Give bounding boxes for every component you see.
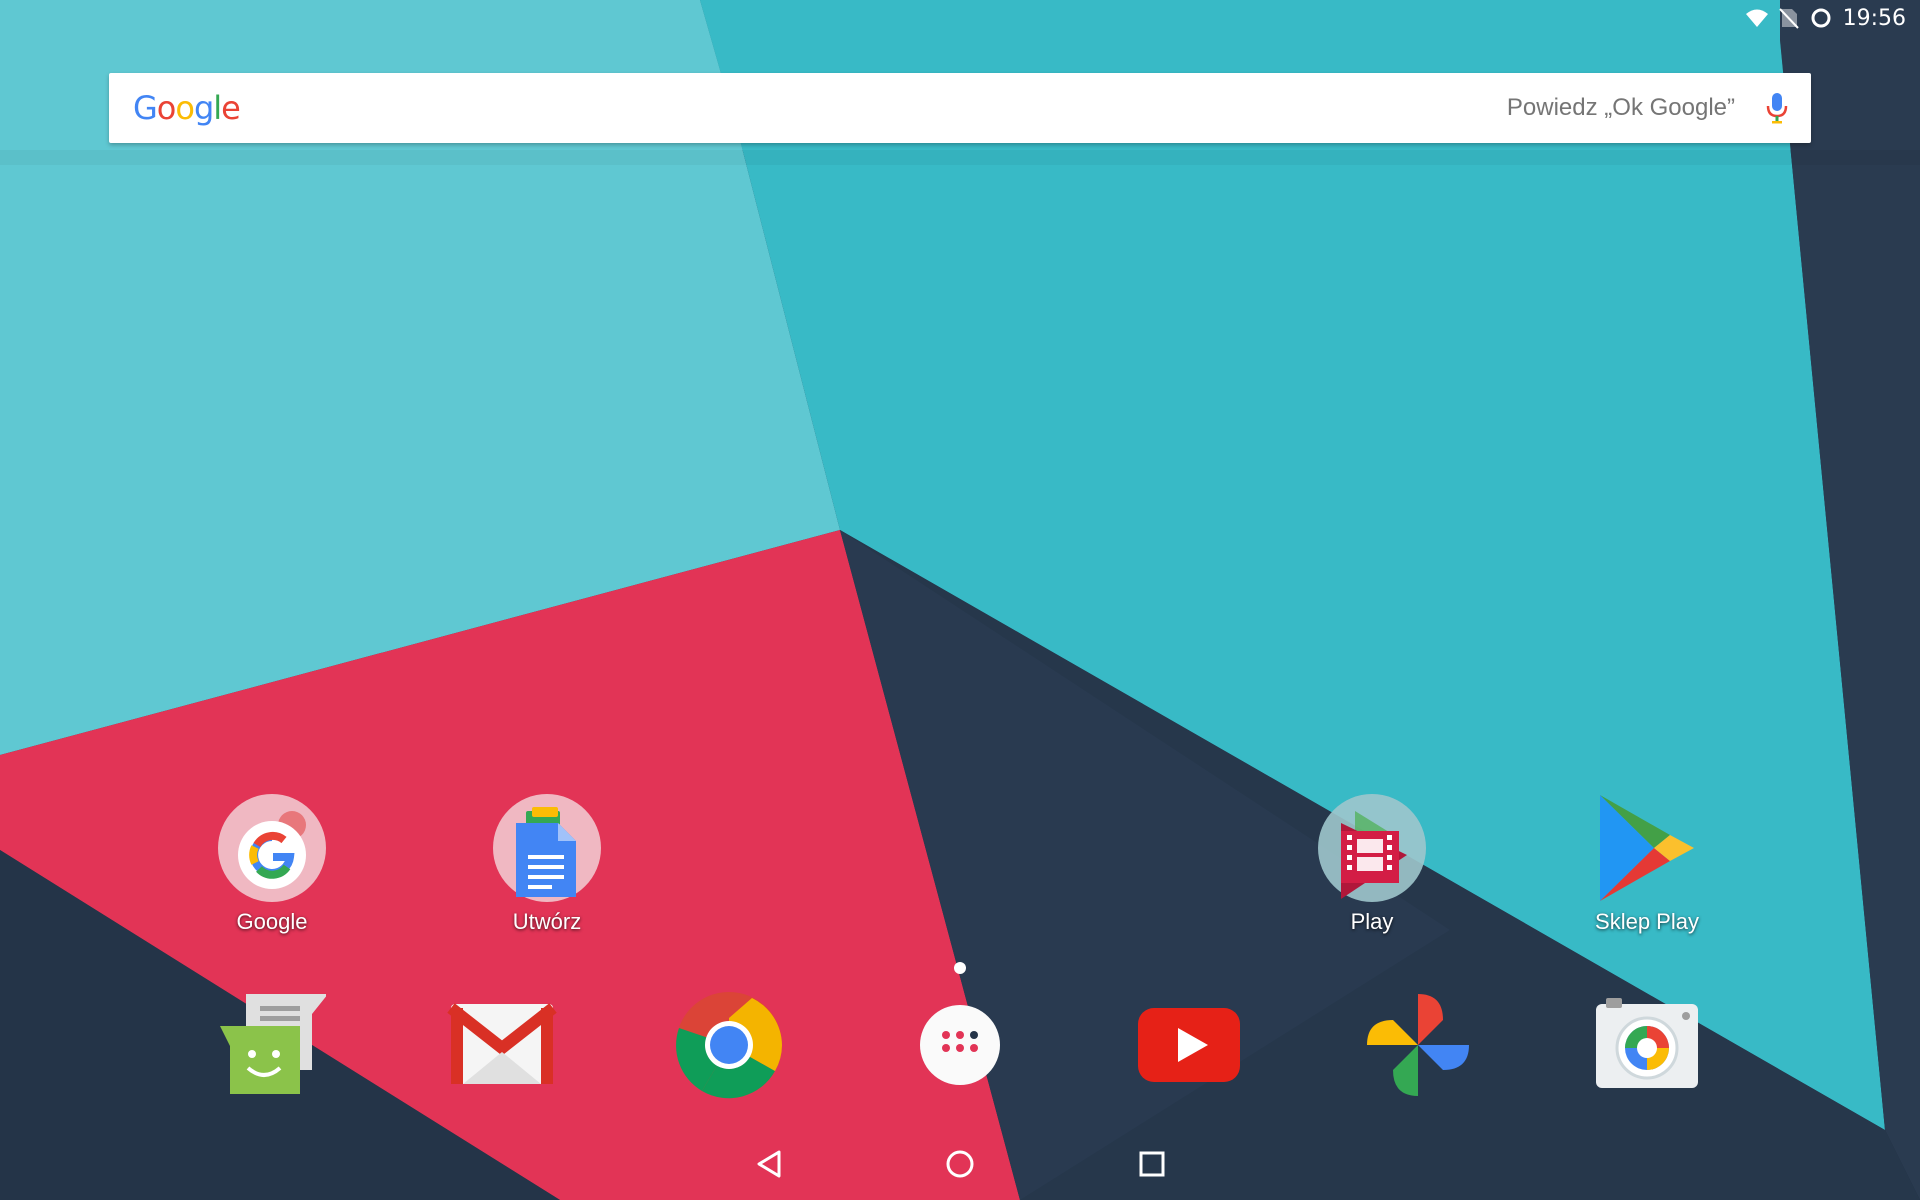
back-icon (757, 1150, 781, 1178)
camera-icon (1596, 998, 1698, 1088)
dock-gmail[interactable] (447, 990, 557, 1100)
dock-camera[interactable] (1592, 990, 1702, 1100)
nav-back-button[interactable] (740, 1140, 800, 1188)
dock-chrome[interactable] (674, 990, 784, 1100)
nav-home-button[interactable] (930, 1140, 990, 1188)
recents-icon (1139, 1151, 1165, 1177)
nav-recents-button[interactable] (1122, 1140, 1182, 1188)
dock-youtube[interactable] (1134, 990, 1244, 1100)
gmail-icon (447, 1003, 557, 1084)
play-folder-icon (1317, 793, 1427, 903)
google-search-bar[interactable]: Google Powiedz „Ok Google” (109, 73, 1811, 143)
app-label-google: Google (236, 909, 308, 934)
wifi-icon (1745, 9, 1768, 27)
home-icon (946, 1150, 974, 1178)
create-folder-icon (492, 793, 602, 903)
home-app-sklep-play[interactable]: Sklep Play (1557, 793, 1737, 935)
play-store-icon (1592, 793, 1702, 903)
home-app-play[interactable]: Play (1282, 793, 1462, 935)
dock-messenger[interactable] (216, 990, 328, 1100)
app-label-sklep-play: Sklep Play (1595, 909, 1699, 934)
google-logo: Google (133, 89, 241, 127)
sync-icon (1811, 8, 1831, 28)
chrome-icon (676, 992, 782, 1099)
photos-icon (1367, 994, 1469, 1096)
microphone-icon[interactable] (1765, 91, 1789, 125)
youtube-icon (1138, 1008, 1240, 1082)
home-app-google[interactable]: Google (182, 793, 362, 935)
messenger-icon (220, 994, 328, 1094)
search-hint: Powiedz „Ok Google” (1506, 94, 1735, 121)
app-drawer-icon (920, 1005, 1000, 1085)
app-label-play: Play (1350, 909, 1394, 934)
clock: 19:56 (1842, 5, 1906, 31)
google-folder-icon (217, 793, 327, 903)
dock-photos[interactable] (1363, 990, 1473, 1100)
dock-app-drawer[interactable] (905, 990, 1015, 1100)
status-bar: 19:56 (1620, 0, 1920, 36)
home-app-utworz[interactable]: Utwórz (457, 793, 637, 935)
no-sim-icon (1778, 8, 1799, 29)
page-indicator (954, 962, 966, 974)
app-label-utworz: Utwórz (512, 909, 582, 934)
